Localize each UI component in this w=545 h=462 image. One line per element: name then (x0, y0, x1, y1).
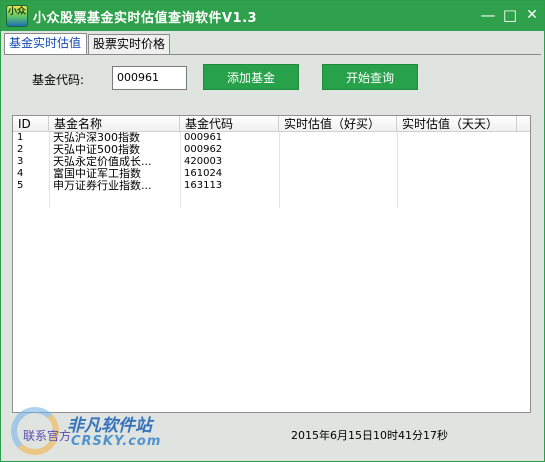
column-divider (49, 132, 50, 208)
add-fund-button[interactable]: 添加基金 (203, 64, 299, 90)
table-row[interactable]: 3 天弘永定价值成长... 420003 (13, 156, 530, 168)
row-tiantian-value (397, 180, 517, 192)
row-howbuy-value (279, 168, 397, 180)
fund-code-input[interactable]: 000961 (112, 66, 187, 90)
contact-official-link[interactable]: 联系官方 (23, 427, 71, 444)
row-fund-name: 富国中证军工指数 (53, 168, 141, 180)
watermark-brand: 非凡软件站 (67, 416, 152, 436)
row-id: 4 (17, 168, 24, 179)
row-id: 1 (17, 132, 24, 143)
row-howbuy-value (279, 144, 397, 156)
column-header-tiantian[interactable]: 实时估值（天天） (397, 116, 517, 132)
table-row[interactable]: 2 天弘中证500指数 000962 (13, 144, 530, 156)
column-header-code[interactable]: 基金代码 (180, 116, 279, 132)
minimize-icon[interactable]: — (479, 7, 497, 25)
row-fund-code: 000961 (184, 132, 223, 143)
row-fund-name: 天弘沪深300指数 (53, 132, 140, 144)
row-fund-code: 000962 (184, 144, 223, 155)
column-divider (397, 132, 398, 208)
column-header-name[interactable]: 基金名称 (49, 116, 180, 132)
close-icon[interactable]: ✕ (523, 7, 541, 25)
title-bar[interactable]: 小众 小众股票基金实时估值查询软件V1.3 — □ ✕ (1, 1, 544, 31)
status-timestamp: 2015年6月15日10时41分17秒 (291, 429, 448, 442)
row-id: 3 (17, 156, 24, 167)
watermark-url: CRSKY.com (71, 434, 162, 449)
table-row[interactable]: 5 申万证券行业指数... 163113 (13, 180, 530, 192)
row-howbuy-value (279, 180, 397, 192)
start-query-button[interactable]: 开始查询 (322, 64, 418, 90)
column-divider (279, 132, 280, 208)
list-header: ID 基金名称 基金代码 实时估值（好买） 实时估值（天天） (13, 116, 530, 132)
row-fund-code: 161024 (184, 168, 223, 179)
row-tiantian-value (397, 156, 517, 168)
table-row[interactable]: 4 富国中证军工指数 161024 (13, 168, 530, 180)
row-fund-code: 420003 (184, 156, 223, 167)
column-divider (180, 132, 181, 208)
list-body: 1 天弘沪深300指数 000961 2 天弘中证500指数 000962 3 … (13, 132, 530, 192)
table-row[interactable]: 1 天弘沪深300指数 000961 (13, 132, 530, 144)
fund-code-label: 基金代码: (32, 73, 85, 87)
row-fund-name: 天弘永定价值成长... (53, 156, 152, 168)
row-howbuy-value (279, 156, 397, 168)
row-howbuy-value (279, 132, 397, 144)
row-fund-name: 天弘中证500指数 (53, 144, 140, 156)
row-tiantian-value (397, 132, 517, 144)
app-logo-text: 小众 (8, 7, 27, 17)
column-header-id[interactable]: ID (13, 116, 49, 132)
row-tiantian-value (397, 168, 517, 180)
app-logo-icon: 小众 (6, 5, 28, 27)
tab-fund-valuation[interactable]: 基金实时估值 (4, 33, 87, 54)
window-title: 小众股票基金实时估值查询软件V1.3 (33, 11, 258, 26)
maximize-icon[interactable]: □ (501, 7, 519, 25)
row-tiantian-value (397, 144, 517, 156)
row-id: 5 (17, 180, 24, 191)
row-id: 2 (17, 144, 24, 155)
app-window: 小众 小众股票基金实时估值查询软件V1.3 — □ ✕ 基金实时估值 股票实时价… (0, 0, 545, 462)
tab-stock-price[interactable]: 股票实时价格 (88, 34, 170, 54)
row-fund-code: 163113 (184, 180, 223, 191)
fund-list[interactable]: ID 基金名称 基金代码 实时估值（好买） 实时估值（天天） 1 天弘沪深300… (12, 115, 531, 413)
row-fund-name: 申万证券行业指数... (53, 180, 152, 192)
column-header-howbuy[interactable]: 实时估值（好买） (279, 116, 397, 132)
